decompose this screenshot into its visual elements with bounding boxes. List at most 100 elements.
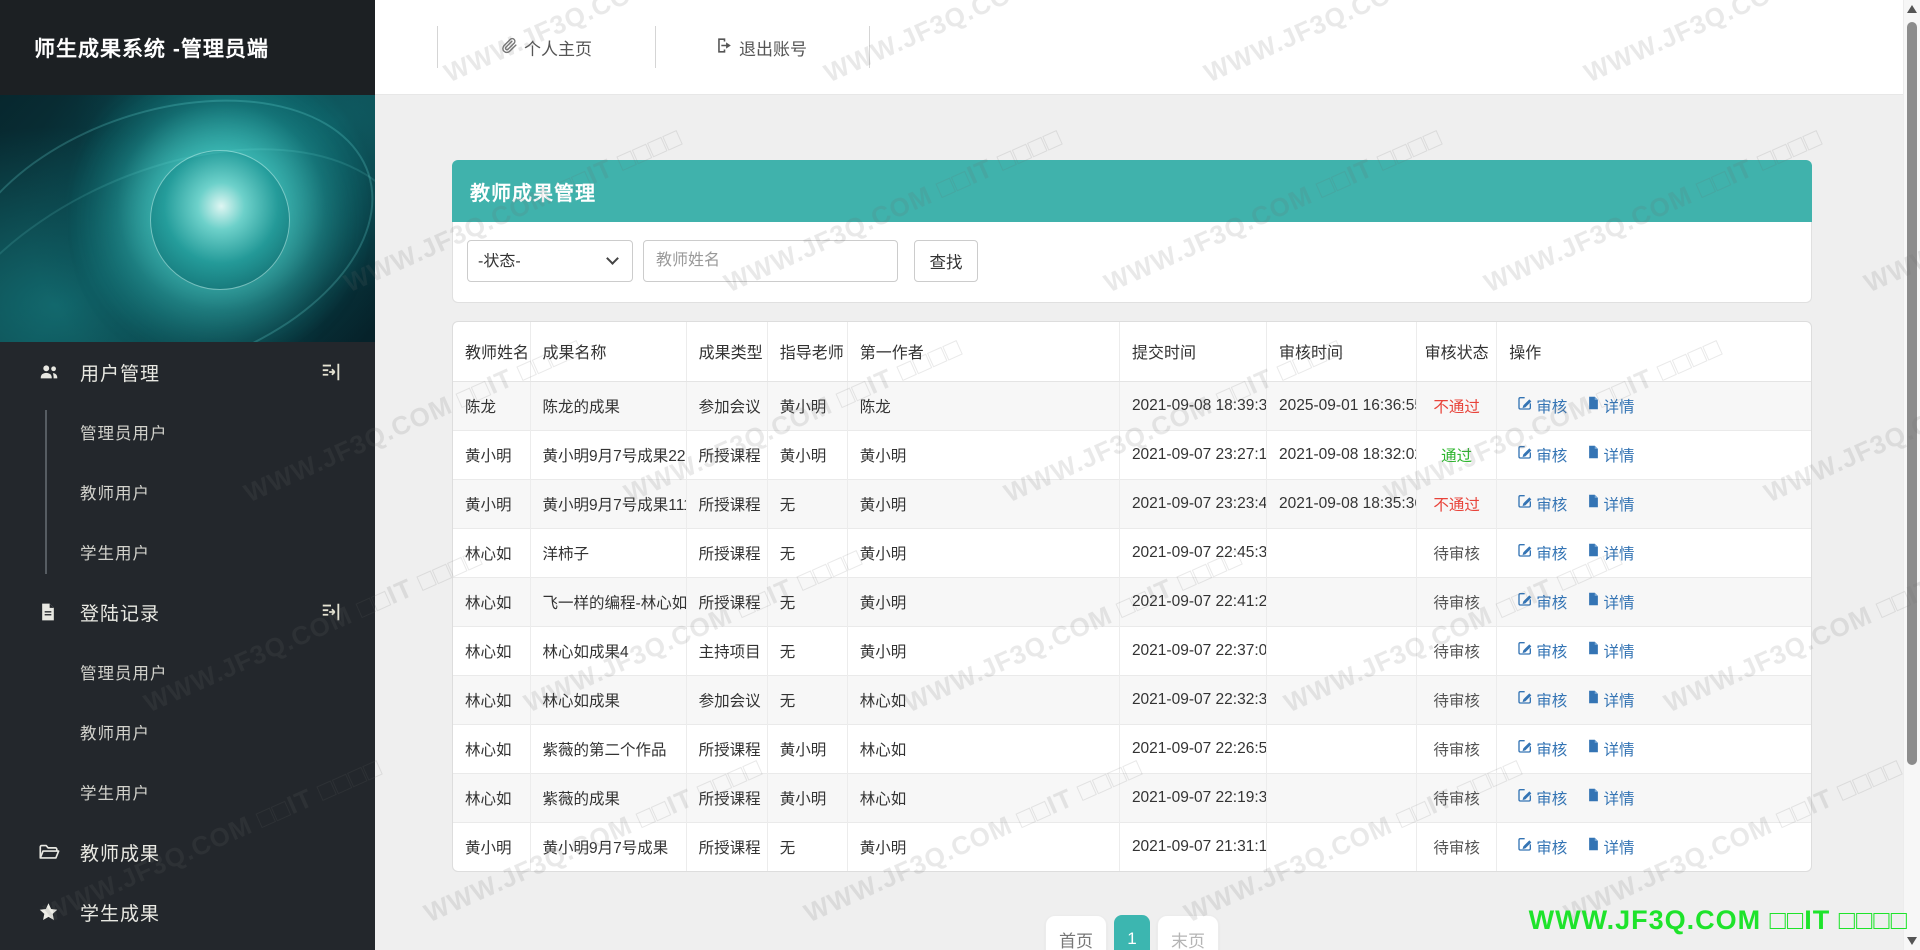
detail-link[interactable]: 详情 (1586, 542, 1635, 564)
sidebar: 师生成果系统 -管理员端 用户管理 管理员用户 教师用户 学生用户 登陆记录 管… (0, 0, 375, 950)
review-link[interactable]: 审核 (1517, 395, 1567, 417)
detail-link-label: 详情 (1603, 790, 1635, 808)
submit-time-cell: 2021-09-07 23:27:18 (1118, 429, 1267, 479)
nav-divider (437, 26, 438, 68)
achievement-type-cell: 参加会议 (685, 381, 768, 430)
review-link[interactable]: 审核 (1517, 444, 1567, 466)
detail-link[interactable]: 详情 (1586, 689, 1635, 711)
table-row: 林心如 飞一样的编程-林心如 所授课程 无 黄小明 2021-09-07 22:… (453, 576, 1811, 626)
review-link[interactable]: 审核 (1517, 591, 1567, 613)
sidebar-subitem-admin-logins[interactable]: 管理员用户 (0, 642, 375, 702)
detail-link[interactable]: 详情 (1586, 395, 1635, 417)
detail-link-label: 详情 (1603, 643, 1635, 661)
col-first-author: 第一作者 (846, 322, 1120, 382)
detail-link[interactable]: 详情 (1586, 640, 1635, 662)
nav-divider (655, 26, 656, 68)
nav-item-label: 个人主页 (524, 40, 592, 59)
submit-time-cell: 2021-09-07 22:45:31 (1118, 527, 1267, 577)
sidebar-subitem-student-logins[interactable]: 学生用户 (0, 762, 375, 822)
detail-link[interactable]: 详情 (1586, 444, 1635, 466)
detail-link[interactable]: 详情 (1586, 787, 1635, 809)
first-author-cell: 黄小明 (846, 576, 1120, 626)
results-table: 教师姓名 成果名称 成果类型 指导老师 第一作者 提交时间 审核时间 审核状态 … (453, 322, 1811, 871)
review-link[interactable]: 审核 (1517, 787, 1567, 809)
results-table-card: 教师姓名 成果名称 成果类型 指导老师 第一作者 提交时间 审核时间 审核状态 … (452, 321, 1812, 872)
status-cell: 待审核 (1416, 821, 1497, 871)
actions-cell: 审核 详情 (1496, 478, 1811, 528)
detail-link[interactable]: 详情 (1586, 738, 1635, 760)
review-link[interactable]: 审核 (1517, 493, 1567, 515)
detail-link[interactable]: 详情 (1586, 493, 1635, 515)
first-author-cell: 黄小明 (846, 625, 1120, 675)
status-cell: 不通过 (1416, 478, 1497, 528)
pagination-current-page[interactable]: 1 (1114, 915, 1150, 950)
sidebar-item-student-achievements[interactable]: 学生成果 (0, 882, 375, 942)
pencil-square-icon (1517, 444, 1533, 465)
status-cell: 待审核 (1416, 674, 1497, 724)
sidebar-item-login-records[interactable]: 登陆记录 (0, 582, 375, 642)
nav-item-personal-home[interactable]: 个人主页 (500, 0, 592, 95)
sidebar-subitem-admin-users[interactable]: 管理员用户 (0, 402, 375, 462)
review-link-label: 审核 (1536, 839, 1568, 857)
nav-item-logout[interactable]: 退出账号 (715, 0, 807, 95)
sidebar-subitem-student-users[interactable]: 学生用户 (0, 522, 375, 582)
sidebar-subitem-teacher-users[interactable]: 教师用户 (0, 462, 375, 522)
col-review-time: 审核时间 (1266, 322, 1417, 382)
sidebar-item-label: 登陆记录 (80, 603, 161, 625)
file-icon (38, 602, 58, 622)
sidebar-item-user-management[interactable]: 用户管理 (0, 342, 375, 402)
pagination-first-button[interactable]: 首页 (1045, 915, 1107, 950)
review-time-cell: 2021-09-08 18:32:02 (1266, 429, 1417, 479)
status-cell: 待审核 (1416, 576, 1497, 626)
scrollbar-thumb[interactable] (1907, 22, 1917, 765)
col-achievement-type: 成果类型 (685, 322, 768, 382)
actions-cell: 审核 详情 (1496, 821, 1811, 871)
detail-link[interactable]: 详情 (1586, 836, 1635, 858)
status-select[interactable]: -状态- (467, 240, 633, 282)
submit-time-cell: 2021-09-07 23:23:40 (1118, 478, 1267, 528)
achievement-type-cell: 所授课程 (685, 772, 768, 822)
scroll-down-arrow-icon[interactable] (1907, 937, 1917, 945)
outdent-icon[interactable] (320, 601, 342, 623)
pencil-square-icon (1517, 493, 1533, 514)
file-icon (1586, 836, 1601, 857)
outdent-icon[interactable] (320, 361, 342, 383)
achievement-type-cell: 参加会议 (685, 674, 768, 724)
actions-cell: 审核 详情 (1496, 625, 1811, 675)
table-header-row: 教师姓名 成果名称 成果类型 指导老师 第一作者 提交时间 审核时间 审核状态 … (453, 322, 1811, 382)
status-cell: 不通过 (1416, 381, 1497, 430)
teacher-name-cell: 黄小明 (453, 478, 531, 528)
advisor-cell: 黄小明 (766, 772, 848, 822)
search-button[interactable]: 查找 (914, 240, 978, 282)
teacher-name-cell: 林心如 (453, 576, 531, 626)
col-achievement-name: 成果名称 (529, 322, 687, 382)
sidebar-subitem-teacher-logins[interactable]: 教师用户 (0, 702, 375, 762)
review-link[interactable]: 审核 (1517, 836, 1567, 858)
sidebar-subitem-label: 教师用户 (80, 725, 150, 743)
sidebar-globe-image (0, 95, 375, 342)
review-link[interactable]: 审核 (1517, 542, 1567, 564)
pagination-last-button[interactable]: 末页 (1157, 915, 1219, 950)
sidebar-item-teacher-achievements[interactable]: 教师成果 (0, 822, 375, 882)
achievement-type-cell: 主持项目 (685, 625, 768, 675)
teacher-name-input[interactable] (643, 240, 898, 282)
teacher-name-cell: 林心如 (453, 723, 531, 773)
review-link[interactable]: 审核 (1517, 640, 1567, 662)
achievement-name-cell: 林心如成果4 (529, 625, 687, 675)
detail-link-label: 详情 (1603, 594, 1635, 612)
achievement-name-cell: 黄小明9月7号成果 (529, 821, 687, 871)
table-row: 林心如 林心如成果4 主持项目 无 黄小明 2021-09-07 22:37:0… (453, 625, 1811, 675)
scroll-up-arrow-icon[interactable] (1907, 5, 1917, 13)
achievement-name-cell: 陈龙的成果 (529, 381, 687, 430)
actions-cell: 审核 详情 (1496, 674, 1811, 724)
achievement-type-cell: 所授课程 (685, 527, 768, 577)
actions-cell: 审核 详情 (1496, 527, 1811, 577)
detail-link[interactable]: 详情 (1586, 591, 1635, 613)
review-link[interactable]: 审核 (1517, 689, 1567, 711)
status-cell: 待审核 (1416, 527, 1497, 577)
review-time-cell: 2025-09-01 16:36:55 (1266, 381, 1417, 430)
achievement-name-cell: 飞一样的编程-林心如 (529, 576, 687, 626)
actions-cell: 审核 详情 (1496, 772, 1811, 822)
review-link[interactable]: 审核 (1517, 738, 1567, 760)
review-time-cell (1266, 527, 1417, 577)
